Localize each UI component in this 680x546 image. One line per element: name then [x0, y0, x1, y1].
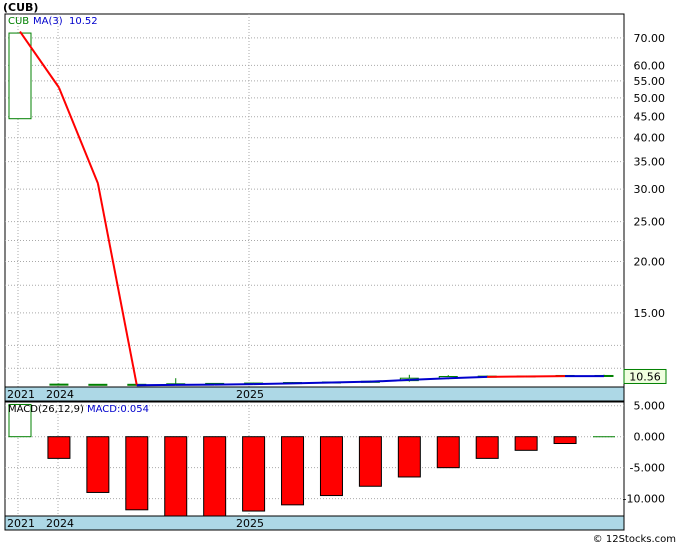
chart-canvas: 70.00 60.00 55.00 50.00 45.00 40.00 35.00 30.00…	[4, 13, 667, 531]
price-tick-label: 70.00	[634, 32, 666, 45]
ma-line-segment	[331, 380, 371, 384]
macd-bar	[47, 436, 71, 459]
date-label: 2025	[236, 388, 264, 401]
macd-tick-label: 0.000	[634, 431, 666, 444]
price-tick-label: 45.00	[634, 111, 666, 124]
ma-line-segment	[214, 383, 254, 386]
date-band	[4, 386, 625, 402]
price-legend-ma-label: MA(3)	[33, 16, 63, 27]
macd-bar	[242, 436, 266, 512]
macd-bar	[475, 436, 499, 459]
date-label: 2021	[7, 388, 35, 401]
macd-tick-label: -5.000	[630, 462, 665, 475]
macd-legend-value: MACD:0.054	[87, 404, 149, 415]
date-label: 2021	[7, 517, 35, 530]
macd-bar	[553, 436, 577, 445]
macd-tick-label: 5.000	[634, 400, 666, 413]
credit-text: © 12Stocks.com	[592, 534, 676, 545]
price-tick-label: 40.00	[634, 132, 666, 145]
macd-bar	[514, 436, 538, 451]
price-tick-label: 30.00	[634, 183, 666, 196]
date-label: 2024	[46, 388, 74, 401]
macd-bar	[358, 436, 382, 487]
macd-bar	[281, 436, 305, 506]
stock-chart-page: (CUB) 70.00 60.00 55.00 50.00 45.00 40.00 35.0…	[0, 0, 680, 546]
candle-body	[8, 32, 32, 120]
price-tick-label: 35.00	[634, 156, 666, 169]
macd-bar	[319, 436, 343, 497]
candle-body	[88, 383, 108, 386]
price-panel-frame	[4, 13, 625, 388]
price-legend-ma-value: 10.52	[69, 16, 98, 27]
price-legend-symbol: CUB	[8, 16, 29, 27]
price-tick-label: 55.00	[634, 75, 666, 88]
candle-body	[49, 383, 69, 386]
ma-line-segment	[253, 382, 293, 386]
price-tick-label: 25.00	[634, 216, 666, 229]
price-tick-label: 50.00	[634, 92, 666, 105]
date-label: 2024	[46, 517, 74, 530]
macd-bar	[164, 436, 188, 518]
ma-line-segment	[448, 375, 488, 380]
macd-legend-label: MACD(26,12,9)	[8, 404, 84, 415]
macd-tick-label: -10.000	[623, 493, 665, 506]
price-tick-label: 60.00	[634, 59, 666, 72]
ma-line-segment	[292, 381, 332, 385]
macd-bar	[203, 436, 227, 518]
macd-bar	[436, 436, 460, 469]
macd-bar	[125, 436, 149, 511]
price-tick-label: 15.00	[634, 307, 666, 320]
date-band	[4, 515, 625, 531]
date-label: 2025	[236, 517, 264, 530]
macd-bar	[397, 436, 421, 478]
macd-bar	[86, 436, 110, 493]
price-tick-label: 20.00	[634, 255, 666, 268]
last-price-label: 10.56	[629, 370, 661, 383]
